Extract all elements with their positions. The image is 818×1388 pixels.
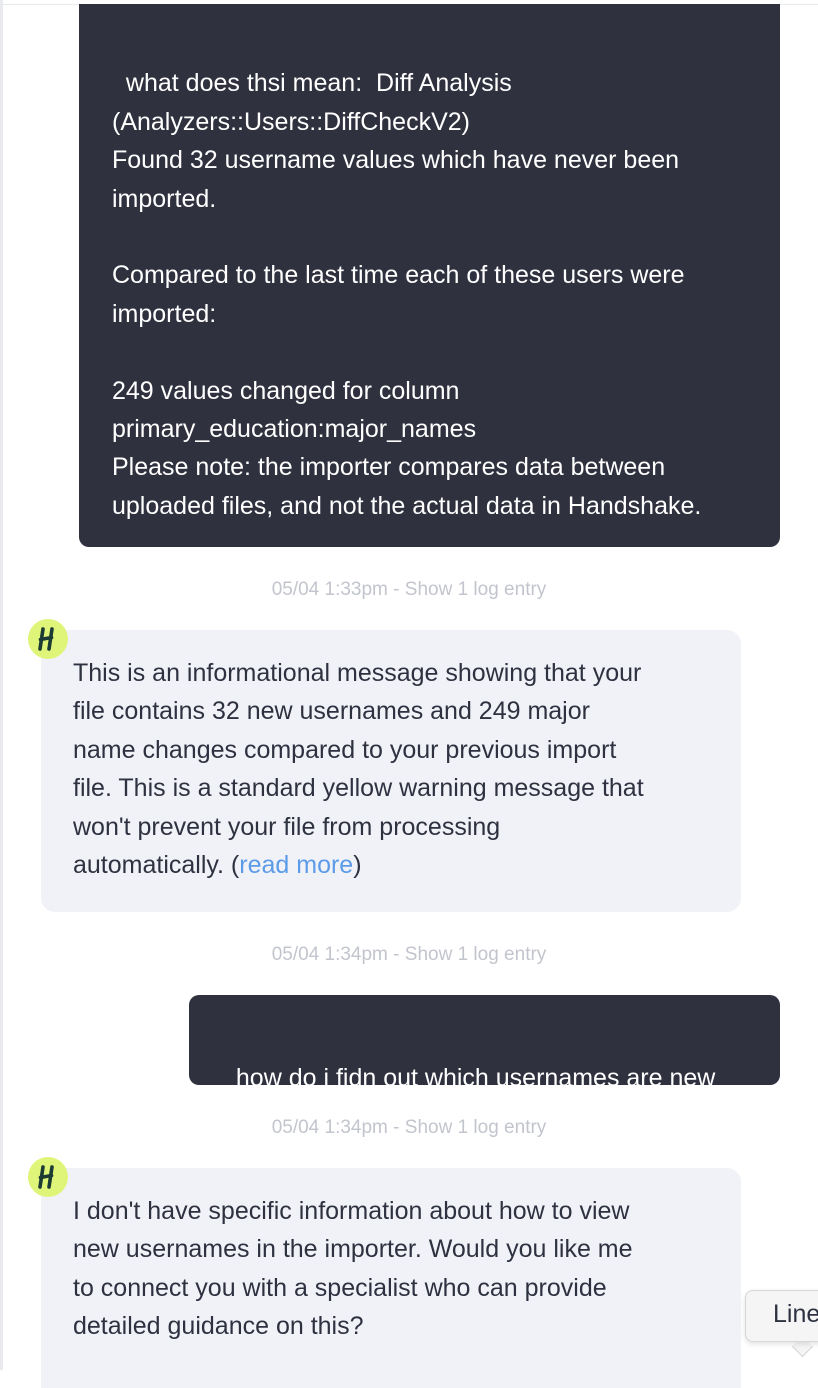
assistant-message-bubble: This is an informational message showing… [41,630,741,912]
handshake-avatar [28,619,68,659]
left-border [0,0,3,1370]
assistant-message-line: automatically. (read more) [73,846,711,884]
handshake-logo-icon [38,627,54,651]
handshake-logo-icon [38,1165,54,1189]
tooltip-text: Line [773,1300,818,1328]
assistant-message-text: ) [353,851,362,880]
handshake-avatar [28,1157,68,1197]
assistant-message-line: new usernames in the importer. Would you… [73,1235,633,1264]
user-message-bubble: what does thsi mean: Diff Analysis (Anal… [79,4,780,547]
assistant-message-line: detailed guidance on this? [73,1312,364,1341]
assistant-message-line: file. This is a standard yellow warning … [73,774,644,803]
assistant-message-line: file contains 32 new usernames and 249 m… [73,697,590,726]
assistant-message-text: automatically. ( [73,851,240,880]
assistant-message-line: name changes compared to your previous i… [73,735,617,764]
user-message-bubble: how do i fidn out which usernames are ne… [189,995,780,1092]
message-timestamp[interactable]: 05/04 1:33pm - Show 1 log entry [0,579,818,601]
message-timestamp[interactable]: 05/04 1:34pm - Show 1 log entry [0,1117,818,1139]
assistant-message-line: This is an informational message showing… [73,659,642,687]
message-timestamp[interactable]: 05/04 1:34pm - Show 1 log entry [0,944,818,966]
assistant-message-bubble: I don't have specific information about … [41,1168,741,1388]
user-message-text: how do i fidn out which usernames are ne… [235,1064,716,1092]
read-more-link[interactable]: read more [239,851,353,879]
user-message-text: what does thsi mean: Diff Analysis (Anal… [112,69,702,520]
assistant-message-line: to connect you with a specialist who can… [73,1273,607,1302]
assistant-message-line: I don't have specific information about … [73,1197,630,1225]
tooltip: Line [745,1290,818,1342]
assistant-message-line: won't prevent your file from processing [73,812,501,841]
